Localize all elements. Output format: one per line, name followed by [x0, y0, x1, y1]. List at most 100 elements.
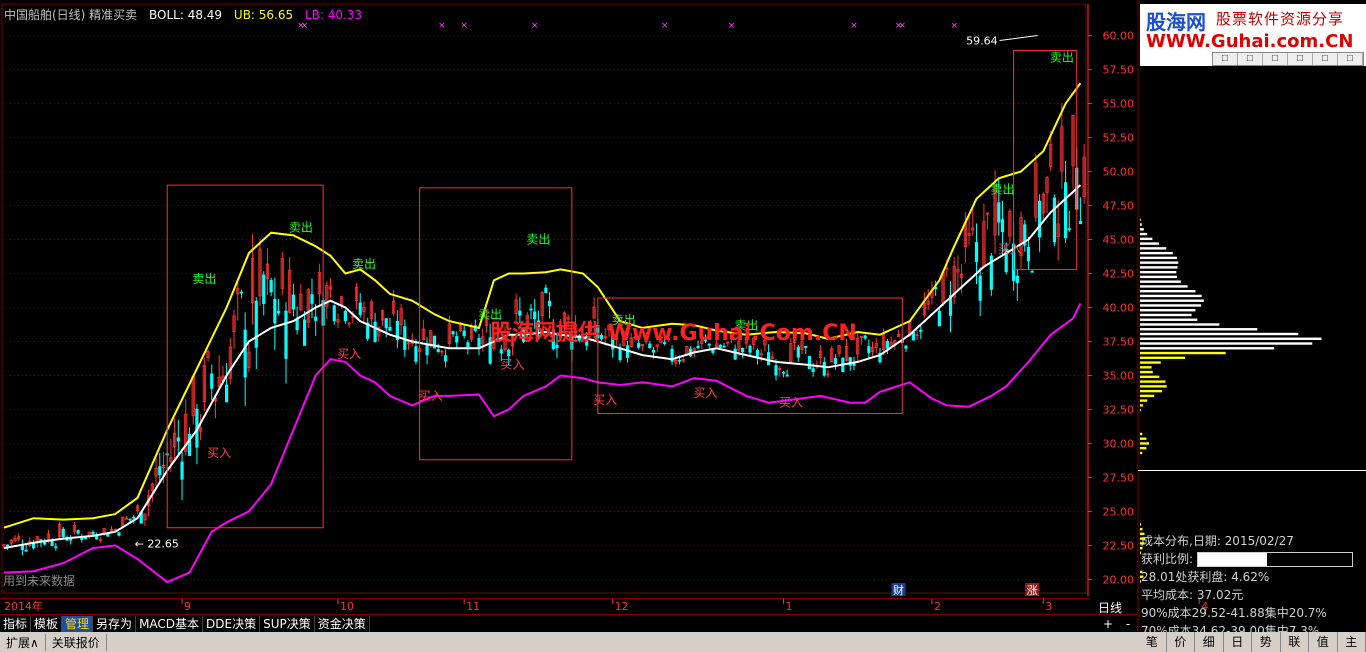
minus-icon[interactable]: - — [1118, 617, 1138, 631]
btn-d[interactable]: ☐ — [1288, 53, 1313, 65]
candle-body — [117, 532, 121, 536]
candle-body — [1015, 275, 1019, 283]
candle-body — [919, 329, 923, 332]
profile-bar — [1140, 432, 1143, 436]
btn-e[interactable]: ☐ — [1313, 53, 1338, 65]
tab-bi[interactable]: 笔 — [1138, 632, 1167, 652]
signal-buy-10: 买入 — [593, 393, 617, 407]
tab-detail[interactable]: 细 — [1195, 632, 1224, 652]
candle-body — [314, 316, 318, 321]
candle-body — [444, 355, 448, 362]
tab-manage[interactable]: 管理 — [62, 615, 94, 632]
top-mark-4: × — [531, 21, 539, 31]
profile-bar — [1140, 313, 1192, 317]
candle-body — [343, 310, 347, 321]
y-tick-label-16: 60.00 — [1103, 30, 1135, 43]
candle-body — [455, 336, 459, 343]
signal-sell-3: 卖出 — [352, 257, 376, 271]
candle-body — [1063, 182, 1068, 239]
y-tick-label-4: 30.00 — [1103, 437, 1135, 450]
profile-bar — [1140, 361, 1161, 364]
profile-bar — [1140, 304, 1202, 307]
candle-body — [332, 305, 336, 322]
profile-bar — [1140, 447, 1147, 450]
top-mark-3: × — [460, 21, 468, 31]
candle-body — [425, 344, 429, 356]
candle-body — [937, 310, 941, 327]
tab-link[interactable]: 联 — [1281, 632, 1309, 652]
signal-buy-13: 买入 — [779, 396, 803, 410]
btn-b[interactable]: ☐ — [1238, 53, 1263, 65]
related-quote-button[interactable]: 关联报价 — [46, 633, 107, 651]
profile-bar — [1140, 442, 1149, 445]
candle-body — [547, 300, 552, 307]
candle-body — [50, 540, 54, 547]
profile-bar — [1140, 347, 1275, 350]
candle-body — [61, 528, 65, 537]
tab-price[interactable]: 价 — [1167, 632, 1195, 652]
candle-body — [499, 349, 503, 354]
tab-trend[interactable]: 势 — [1252, 632, 1281, 652]
signal-buy-7: 买入 — [500, 358, 524, 372]
tab-macd[interactable]: MACD基本 — [136, 615, 204, 632]
top-mark-2: × — [438, 21, 446, 31]
profile-bar — [1140, 270, 1177, 274]
tab-main[interactable]: 主 — [1338, 632, 1366, 652]
candle-body — [358, 302, 362, 315]
profile-bar — [1140, 228, 1144, 231]
profile-bar — [1140, 261, 1179, 264]
brand-logo: 股海网 股票软件资源分享 WWW.Guhai.com.CN ☐ ☐ ☐ ☐ ☐ ☐ — [1140, 4, 1366, 66]
signal-buy-15: 买入 — [998, 242, 1022, 256]
candle-body — [180, 461, 184, 480]
candle-body — [833, 358, 838, 365]
btn-a[interactable]: ☐ — [1213, 53, 1238, 65]
status-bar: 扩展∧ 关联报价 — [0, 632, 1138, 652]
tab-dde[interactable]: DDE决策 — [203, 615, 261, 632]
volume-profile — [1140, 218, 1322, 583]
candle-body — [1026, 246, 1031, 262]
btn-f[interactable]: ☐ — [1338, 53, 1363, 65]
tab-funds[interactable]: 资金决策 — [315, 615, 370, 632]
y-tick-label-3: 27.50 — [1103, 471, 1135, 484]
profit-ratio-text: 44.7% — [1283, 552, 1322, 566]
top-mark-9: × — [898, 21, 906, 31]
profile-bar — [1140, 237, 1153, 241]
chart-header: 中国船舶(日线) 精准买卖 BOLL: 48.49 UB: 56.65 LB: … — [4, 6, 370, 23]
tab-save-as[interactable]: 另存为 — [93, 615, 137, 632]
tab-indicator[interactable]: 指标 — [0, 615, 32, 632]
profile-bar — [1140, 356, 1186, 360]
candle-body — [243, 329, 247, 378]
profit-ratio-fill — [1197, 553, 1267, 566]
future-data-note: 用到未来数据 — [3, 574, 76, 588]
profile-bar — [1140, 280, 1181, 283]
tab-day[interactable]: 日 — [1224, 632, 1252, 652]
tab-sup[interactable]: SUP决策 — [260, 615, 315, 632]
candle-body — [1037, 200, 1042, 238]
profile-bar — [1140, 223, 1142, 226]
candle-body — [651, 349, 656, 353]
profile-bar — [1140, 218, 1141, 222]
tab-value[interactable]: 值 — [1309, 632, 1338, 652]
signal-sell-2: 卖出 — [289, 220, 313, 234]
profit-at: 28.01处获利盘: 4.62% — [1141, 570, 1270, 584]
plus-icon[interactable]: + — [1098, 617, 1118, 631]
profile-bar — [1140, 294, 1202, 298]
candle-body — [544, 287, 548, 293]
candle-body — [748, 345, 752, 353]
y-tick-label-5: 32.50 — [1103, 403, 1135, 416]
cost-distribution-info: 成本分布,日期: 2015/02/27 获利比例: 44.7% 28.01处获利… — [1141, 532, 1363, 640]
candle-body — [867, 346, 871, 353]
y-tick-label-11: 47.50 — [1103, 200, 1135, 213]
btn-c[interactable]: ☐ — [1263, 53, 1288, 65]
signal-buy-11: 买入 — [693, 386, 717, 400]
expand-button[interactable]: 扩展∧ — [0, 633, 46, 651]
candle-body — [807, 356, 812, 370]
profile-bar — [1140, 366, 1152, 369]
candle-body — [176, 437, 180, 442]
chart-title: 中国船舶(日线) 精准买卖 — [4, 8, 138, 22]
tab-template[interactable]: 模板 — [31, 615, 63, 632]
profile-bar — [1140, 251, 1173, 255]
profit-ratio-bar: 44.7% — [1196, 552, 1353, 567]
candle-body — [677, 359, 682, 362]
y-tick-label-9: 42.50 — [1103, 268, 1135, 281]
